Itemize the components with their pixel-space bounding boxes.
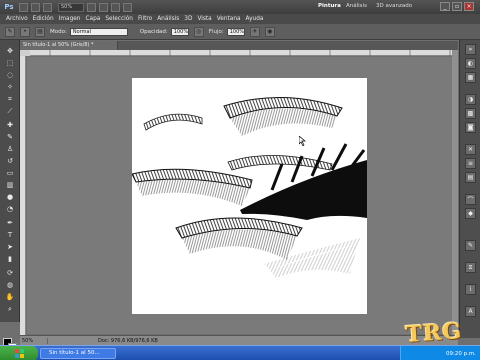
mini-bridge-button[interactable] [31,2,40,12]
history-brush-icon[interactable]: ↺ [5,156,15,166]
mode-label: Modo: [50,28,67,35]
document-canvas[interactable] [132,78,367,314]
taskbar-item-photoshop[interactable]: Sin título-1 al 50... [40,348,116,359]
arrange-documents-button[interactable] [111,2,120,12]
clock[interactable]: 09:20 p.m. [446,351,476,357]
pen-icon[interactable]: ✒ [5,218,15,228]
hand-view-button[interactable] [87,2,96,12]
dodge-icon[interactable]: ◔ [5,204,15,214]
gradient-icon[interactable]: ▥ [5,180,15,190]
panel-dock: » ◐ ▦ ◑ ▩ ◙ ✕ ≡ ▤ ⌒ ◆ ✎ ⧖ i A [459,40,480,338]
workspace-analisis[interactable]: Análisis [346,3,367,9]
blur-icon[interactable]: ● [5,192,15,202]
opacity-label: Opacidad: [139,28,168,35]
workspace-3d-avanzado[interactable]: 3D avanzado [376,3,412,9]
3d-icon[interactable]: ◆ [465,208,476,219]
menu-ventana[interactable]: Ventana [217,16,241,22]
3d-orbit-icon[interactable]: ◍ [5,280,15,290]
history-icon[interactable]: ⧖ [465,262,476,273]
menu-edicion[interactable]: Edición [33,16,54,22]
type-icon[interactable]: T [5,230,15,240]
pressure-opacity-icon[interactable]: ◎ [193,26,204,37]
screen-mode-button[interactable] [123,2,132,12]
workspace-pintura[interactable]: Pintura [318,3,341,9]
zoom-level-select[interactable]: 50% [58,2,84,12]
app-title-bar: Ps 50% Pintura Análisis 3D avanzado _ ▫ … [0,0,480,14]
marquee-icon[interactable]: ⬚ [5,58,15,68]
menu-capa[interactable]: Capa [86,16,101,22]
status-zoom[interactable]: 50% [20,337,48,344]
menu-filtro[interactable]: Filtro [138,16,152,22]
pressure-size-icon[interactable]: ◉ [264,26,275,37]
lasso-icon[interactable]: ◌ [5,70,15,80]
menu-bar: Archivo Edición Imagen Capa Selección Fi… [0,14,480,24]
options-bar: ✎ • ▤ Modo: Normal Opacidad: 100% ◎ Fluj… [0,24,480,40]
path-select-icon[interactable]: ➤ [5,242,15,252]
menu-analisis[interactable]: Análisis [157,16,179,22]
menu-ayuda[interactable]: Ayuda [246,16,264,22]
brush-panel-icon[interactable]: ▤ [35,26,45,37]
color-icon[interactable]: ◐ [465,58,476,69]
menu-3d[interactable]: 3D [184,16,192,22]
brush-size-icon[interactable]: • [20,26,30,37]
canvas-workspace[interactable] [27,57,458,334]
brushes-icon[interactable]: ✎ [465,240,476,251]
flow-label: Flujo: [208,28,224,35]
eraser-icon[interactable]: ▭ [5,168,15,178]
trg-watermark-logo: TRG [404,318,464,348]
layers-icon[interactable]: ≡ [465,158,476,169]
healing-icon[interactable]: ✚ [5,120,15,130]
mouse-cursor [298,135,307,148]
paths-icon[interactable]: ⌒ [465,194,476,205]
ruler-ticks [49,50,451,56]
maximize-button[interactable]: ▫ [452,2,462,11]
tools-icon[interactable]: ✕ [465,144,476,155]
channels-icon[interactable]: ▤ [465,172,476,183]
close-button[interactable]: × [464,2,474,11]
zoom-icon[interactable]: ⌕ [5,304,15,314]
arrange-icon[interactable]: » [465,44,476,55]
horizontal-ruler[interactable] [30,50,458,56]
tool-preset-icon[interactable]: ✎ [5,26,15,37]
airbrush-icon[interactable]: ✈ [249,26,260,37]
start-button[interactable] [0,346,38,360]
status-doc-size: Doc: 976,6 KB/976,6 KB [98,337,158,344]
windows-logo-icon [14,349,24,358]
flow-field[interactable]: 100% [226,27,245,36]
opacity-field[interactable]: 100% [170,27,189,36]
swatches-icon[interactable]: ▦ [465,72,476,83]
brush-icon[interactable]: ✎ [5,132,15,142]
vertical-ruler[interactable] [20,56,26,335]
stamp-icon[interactable]: ♙ [5,144,15,154]
bridge-button[interactable] [19,2,28,12]
photoshop-logo: Ps [4,3,14,11]
crop-icon[interactable]: ⌗ [5,94,15,104]
document-tab[interactable]: Sin título-1 al 50% (Gris/8) * [20,41,118,50]
eyelash-brush-strokes [132,97,367,278]
move-icon[interactable]: ✥ [5,46,15,56]
rotate-view-button[interactable] [99,2,108,12]
quick-select-icon[interactable]: ✧ [5,82,15,92]
tools-panel: ✥ ⬚ ◌ ✧ ⌗ ⟋ ✚ ✎ ♙ ↺ ▭ ▥ ● ◔ ✒ T ➤ ▮ ⟳ ◍ … [0,40,20,352]
adjustments-icon[interactable]: ◑ [465,94,476,105]
menu-vista[interactable]: Vista [197,16,211,22]
hand-icon[interactable]: ✋ [5,292,15,302]
document-tab-bar: Sin título-1 al 50% (Gris/8) * [20,41,458,50]
menu-seleccion[interactable]: Selección [105,16,133,22]
masks-icon[interactable]: ◙ [465,122,476,133]
photoshop-window: Ps 50% Pintura Análisis 3D avanzado _ ▫ … [0,0,480,360]
3d-rotate-icon[interactable]: ⟳ [5,268,15,278]
guides-button[interactable] [43,2,52,12]
minimize-button[interactable]: _ [440,2,450,11]
shape-icon[interactable]: ▮ [5,254,15,264]
mode-select[interactable]: Normal [69,27,128,36]
menu-archivo[interactable]: Archivo [6,16,28,22]
menu-imagen[interactable]: Imagen [59,16,81,22]
eyedropper-icon[interactable]: ⟋ [5,106,15,116]
styles-icon[interactable]: ▩ [465,108,476,119]
info-icon[interactable]: i [465,284,476,295]
vertical-scrollbar[interactable] [452,50,458,335]
